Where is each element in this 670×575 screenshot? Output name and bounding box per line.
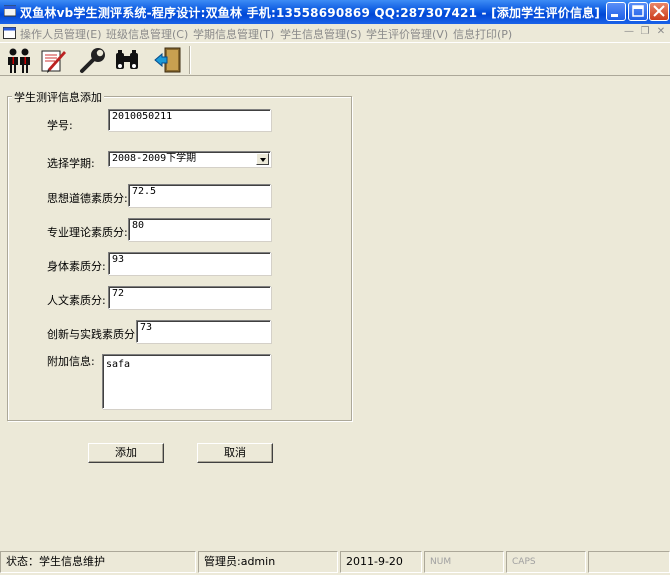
binoculars-icon[interactable]: [112, 45, 142, 75]
professional-score-value: 80: [132, 220, 145, 231]
innovation-score-value: 73: [140, 322, 153, 333]
humanities-score-input[interactable]: 72: [108, 286, 271, 309]
close-icon: [653, 5, 665, 17]
humanities-score-value: 72: [112, 288, 125, 299]
status-text: 状态：学生信息维护: [0, 551, 196, 573]
menu-semesters[interactable]: 学期信息管理(T): [193, 26, 274, 42]
title-bar[interactable]: 双鱼林vb学生测评系统-程序设计:双鱼林 手机:13558690869 QQ:2…: [0, 0, 670, 24]
student-id-label: 学号:: [47, 119, 73, 132]
extra-info-value: safa: [106, 359, 131, 370]
cancel-button[interactable]: 取消: [197, 443, 273, 463]
wrench-icon[interactable]: [78, 45, 108, 75]
child-minimize-icon[interactable]: —: [622, 25, 636, 39]
menu-classes[interactable]: 班级信息管理(C): [106, 26, 188, 42]
minimize-button[interactable]: [606, 2, 626, 21]
physical-score-label: 身体素质分:: [47, 260, 106, 273]
status-extra: [588, 551, 670, 573]
physical-score-value: 93: [112, 254, 125, 265]
app-icon: [4, 5, 16, 17]
status-num: NUM: [424, 551, 504, 573]
menu-operators[interactable]: 操作人员管理(E): [20, 26, 102, 42]
humanities-score-label: 人文素质分:: [47, 294, 106, 307]
semester-label: 选择学期:: [47, 157, 95, 170]
semester-value: 2008-2009下学期: [112, 153, 197, 164]
status-caps: CAPS: [506, 551, 586, 573]
minimize-icon: [611, 14, 618, 17]
child-close-icon[interactable]: ✕: [654, 25, 668, 39]
group-title: 学生测评信息添加: [12, 89, 104, 105]
moral-score-label: 思想道德素质分:: [47, 192, 128, 205]
child-restore-icon[interactable]: ❐: [638, 25, 652, 39]
professional-score-label: 专业理论素质分:: [47, 226, 128, 239]
toolbar: [0, 42, 670, 76]
menu-bar: 操作人员管理(E) 班级信息管理(C) 学期信息管理(T) 学生信息管理(S) …: [0, 24, 670, 42]
menu-print[interactable]: 信息打印(P): [453, 26, 512, 42]
add-button[interactable]: 添加: [88, 443, 164, 463]
child-window-icon[interactable]: [3, 27, 16, 39]
chevron-down-icon[interactable]: [256, 153, 269, 165]
moral-score-value: 72.5: [132, 186, 157, 197]
physical-score-input[interactable]: 93: [108, 252, 271, 275]
innovation-score-label: 创新与实践素质分:: [47, 328, 139, 341]
status-admin: 管理员:admin: [198, 551, 338, 573]
menu-students[interactable]: 学生信息管理(S): [280, 26, 362, 42]
professional-score-input[interactable]: 80: [128, 218, 271, 241]
extra-info-textarea[interactable]: safa: [102, 354, 271, 409]
student-id-input[interactable]: 2010050211: [108, 109, 271, 131]
extra-info-label: 附加信息:: [47, 355, 95, 368]
close-button[interactable]: [649, 2, 669, 21]
exit-door-icon[interactable]: [153, 45, 183, 75]
menu-evaluations[interactable]: 学生评价管理(V): [366, 26, 448, 42]
maximize-button[interactable]: [628, 2, 648, 21]
semester-select[interactable]: 2008-2009下学期: [108, 151, 271, 167]
window-title: 双鱼林vb学生测评系统-程序设计:双鱼林 手机:13558690869 QQ:2…: [20, 6, 601, 20]
student-id-value: 2010050211: [112, 111, 173, 122]
edit-note-icon[interactable]: [38, 45, 68, 75]
moral-score-input[interactable]: 72.5: [128, 184, 271, 207]
status-date: 2011-9-20: [340, 551, 422, 573]
users-icon[interactable]: [4, 45, 34, 75]
toolbar-separator: [189, 46, 191, 74]
innovation-score-input[interactable]: 73: [136, 320, 271, 343]
status-bar: 状态：学生信息维护 管理员:admin 2011-9-20 NUM CAPS: [0, 549, 670, 575]
maximize-icon: [632, 5, 644, 17]
